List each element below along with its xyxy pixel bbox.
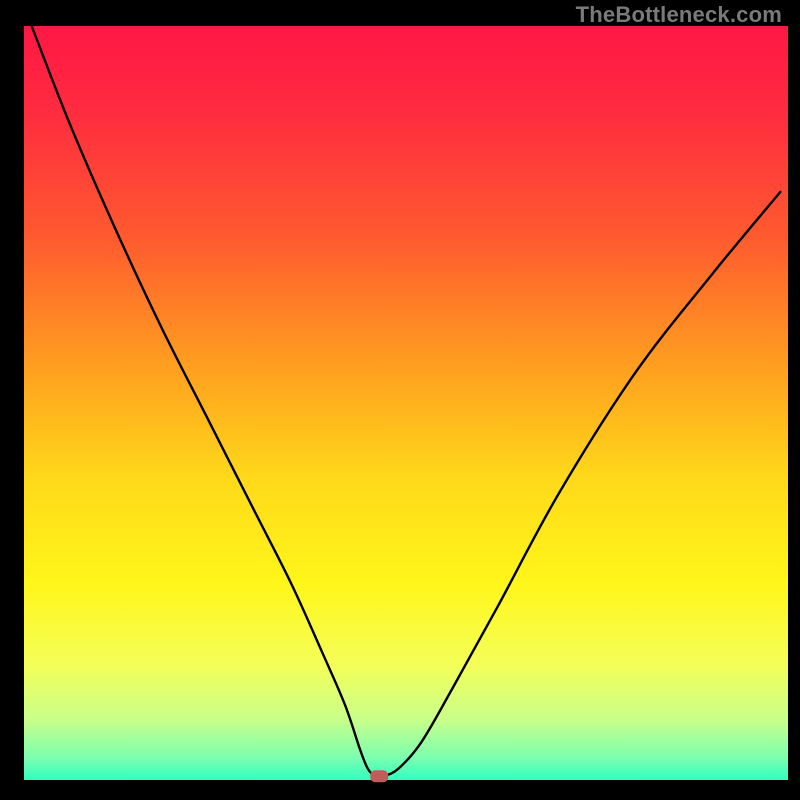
watermark-text: TheBottleneck.com <box>576 2 782 28</box>
bottleneck-chart <box>0 0 800 800</box>
chart-wrap: TheBottleneck.com <box>0 0 800 800</box>
optimum-marker <box>370 770 388 782</box>
plot-background <box>24 26 788 780</box>
